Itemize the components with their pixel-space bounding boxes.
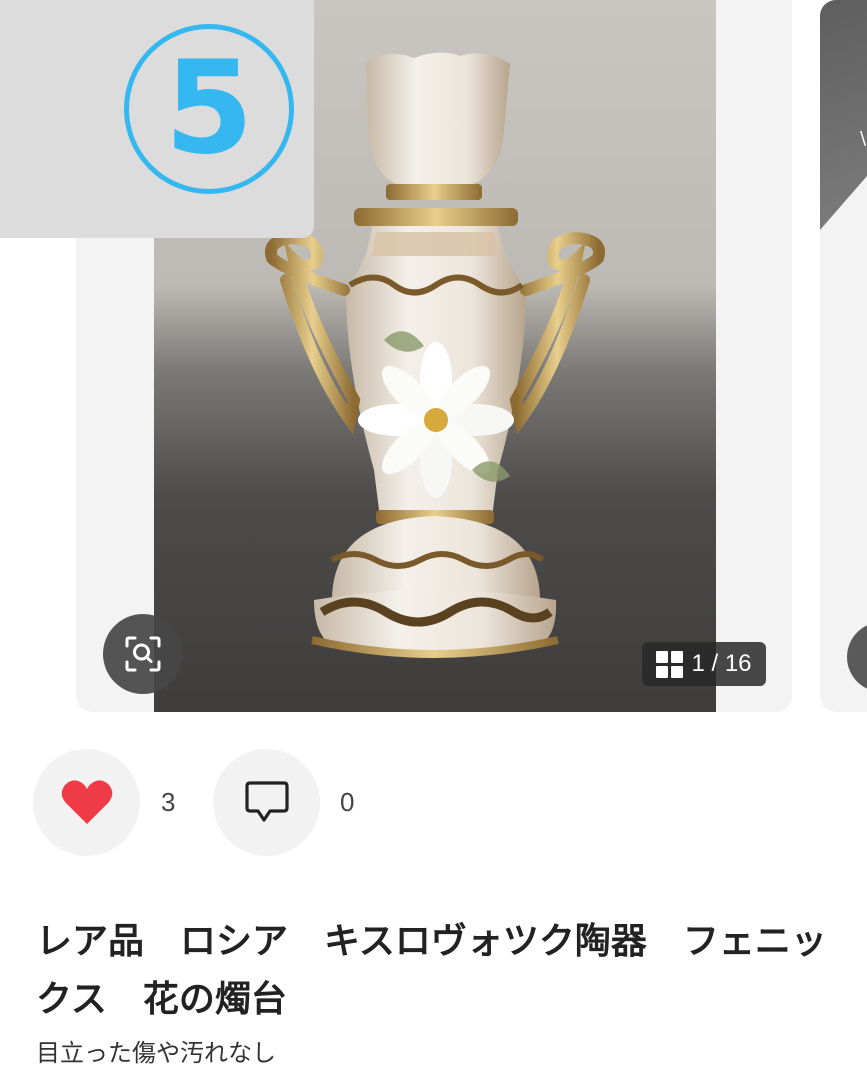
like-count: 3 bbox=[161, 786, 176, 817]
like-button[interactable] bbox=[33, 748, 140, 856]
comment-icon bbox=[244, 781, 289, 822]
comment-button[interactable] bbox=[213, 748, 320, 856]
item-condition: 目立った傷や汚れなし bbox=[36, 1039, 276, 1067]
image-number: 5 bbox=[124, 24, 294, 194]
next-card-thumbnail: \ bbox=[820, 0, 867, 230]
heart-icon bbox=[61, 780, 112, 824]
image-counter: 1 / 16 bbox=[642, 642, 766, 686]
image-counter-text: 1 / 16 bbox=[691, 650, 752, 677]
item-title: レア品 ロシア キスロヴォツク陶器 フェニックス 花の燭台 bbox=[36, 921, 827, 1020]
comment-count: 0 bbox=[340, 786, 355, 817]
item-page: 1 / 16 \ 5 3 0 レア品 ロシア キスロヴォツク陶器 フェニックス … bbox=[0, 0, 867, 1080]
grid-icon bbox=[656, 650, 684, 678]
next-card-zoom-button[interactable] bbox=[847, 622, 867, 692]
number-overlay: 5 bbox=[0, 0, 314, 238]
image-carousel[interactable]: 1 / 16 \ 5 bbox=[0, 0, 867, 716]
action-bar: 3 0 bbox=[33, 748, 354, 856]
zoom-button[interactable] bbox=[103, 614, 183, 694]
zoom-scan-icon bbox=[125, 636, 161, 672]
next-carousel-card[interactable]: \ bbox=[820, 0, 867, 712]
